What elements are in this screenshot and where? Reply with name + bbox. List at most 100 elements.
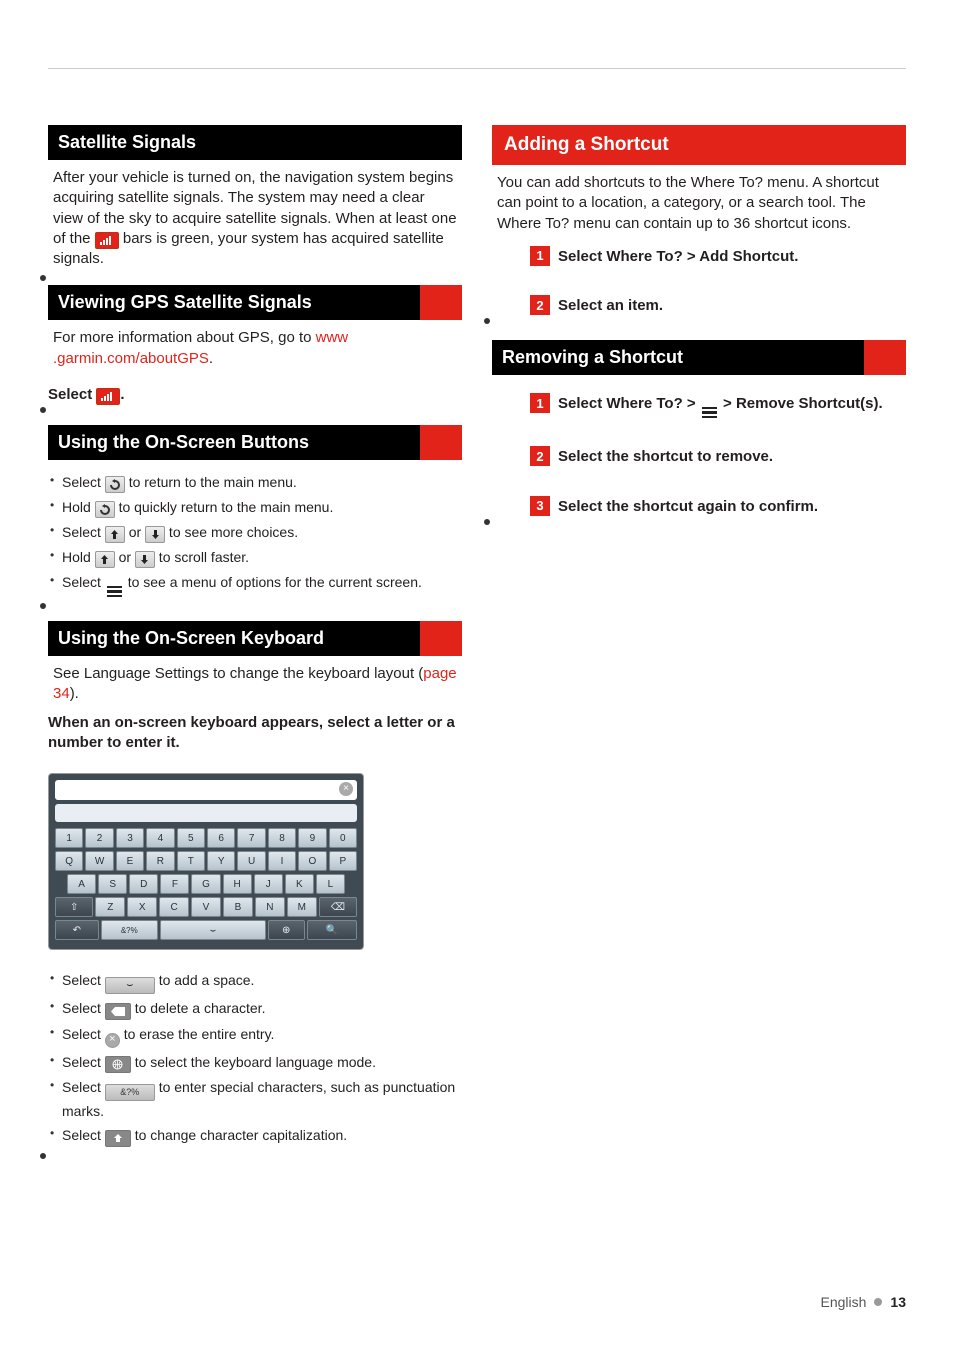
kb-key: ⊕: [268, 920, 305, 940]
arrow-up-icon: [95, 551, 115, 568]
heading-text: Satellite Signals: [58, 132, 196, 152]
step-text: Select the shortcut to remove.: [558, 446, 773, 467]
kb-key: ⇧: [55, 897, 93, 917]
heading-onscreen-keyboard: Using the On-Screen Keyboard: [48, 621, 462, 656]
kb-row-5: ↶&?%⌣⊕🔍: [55, 920, 357, 940]
heading-text: Removing a Shortcut: [502, 347, 683, 367]
step-text: Select Where To? > Add Shortcut.: [558, 246, 798, 267]
kb-key: 9: [298, 828, 326, 848]
kb-result-bar: [55, 804, 357, 822]
kb-key: 🔍: [307, 920, 357, 940]
kb-key: C: [159, 897, 189, 917]
text: Select: [62, 972, 105, 988]
step-text: Select Where To? > > Remove Shortcut(s).: [558, 393, 883, 418]
text: or: [125, 524, 145, 540]
heading-text: Adding a Shortcut: [504, 134, 669, 155]
keyboard-illustration: × 1234567890 QWERTYUIOP ASDFGHJKL ⇧ZXCVB…: [48, 773, 364, 950]
kb-key: V: [191, 897, 221, 917]
kb-key: S: [98, 874, 127, 894]
footer-lang: English: [821, 1294, 867, 1310]
kb-row-3: ASDFGHJKL: [55, 874, 357, 894]
kb-key: Y: [207, 851, 235, 871]
kb-row-2: QWERTYUIOP: [55, 851, 357, 871]
step-text: Select the shortcut again to confirm.: [558, 496, 818, 517]
shift-key-icon: [105, 1130, 131, 1147]
footer: English 13: [821, 1294, 907, 1310]
left-column: Satellite Signals After your vehicle is …: [48, 125, 462, 1155]
space-key-icon: ⌣: [105, 977, 155, 994]
kb-key: &?%: [101, 920, 158, 940]
text: Select: [62, 474, 105, 490]
globe-key-icon: [105, 1056, 131, 1073]
text: Select: [62, 1026, 105, 1042]
kb-key: I: [268, 851, 296, 871]
text: For more information about GPS, go to: [53, 329, 316, 346]
text: to return to the main menu.: [125, 474, 297, 490]
list-item: Hold or to scroll faster.: [50, 545, 460, 570]
heading-red-stripe: [420, 621, 462, 656]
text: See Language Settings to change the keyb…: [53, 665, 423, 682]
kb-key: L: [316, 874, 345, 894]
kb-key: K: [285, 874, 314, 894]
link-garmin-a[interactable]: www: [316, 329, 349, 346]
kb-key: J: [254, 874, 283, 894]
kb-key: Z: [95, 897, 125, 917]
keyboard-body: See Language Settings to change the keyb…: [48, 662, 462, 713]
kb-key: T: [177, 851, 205, 871]
satellite-body: After your vehicle is turned on, the nav…: [48, 166, 462, 277]
columns: Satellite Signals After your vehicle is …: [48, 125, 906, 1155]
kb-key: A: [67, 874, 96, 894]
heading-satellite-signals: Satellite Signals: [48, 125, 462, 160]
list-item: Select &?% to enter special characters, …: [50, 1075, 460, 1123]
text: to quickly return to the main menu.: [115, 499, 334, 515]
list-item: Select to select the keyboard language m…: [50, 1050, 460, 1075]
step-number: 2: [530, 446, 550, 466]
step-number: 1: [530, 246, 550, 266]
kb-row-4: ⇧ZXCVBNM⌫: [55, 897, 357, 917]
kb-key: D: [129, 874, 158, 894]
heading-adding-shortcut: Adding a Shortcut: [492, 125, 906, 165]
text: to erase the entire entry.: [120, 1026, 275, 1042]
link-garmin-b[interactable]: .garmin.com/aboutGPS: [53, 350, 209, 367]
kb-input-field: ×: [55, 780, 357, 800]
adding-body: You can add shortcuts to the Where To? m…: [492, 171, 906, 242]
viewing-step: Select .: [48, 385, 462, 409]
arrow-down-icon: [145, 526, 165, 543]
heading-text: Using the On-Screen Buttons: [58, 432, 309, 452]
kb-key: Q: [55, 851, 83, 871]
kb-key: 4: [146, 828, 174, 848]
kb-key: O: [298, 851, 326, 871]
header-rule: [48, 68, 906, 69]
kb-key: R: [146, 851, 174, 871]
list-item: Select to delete a character.: [50, 996, 460, 1022]
text: Select: [48, 386, 96, 403]
text: to see more choices.: [165, 524, 298, 540]
step-text: Select an item.: [558, 295, 663, 316]
heading-removing-shortcut: Removing a Shortcut: [492, 340, 906, 375]
text: Select Where To? >: [558, 395, 700, 412]
keyboard-list: Select ⌣ to add a space. Select to delet…: [48, 964, 462, 1155]
heading-onscreen-buttons: Using the On-Screen Buttons: [48, 425, 462, 460]
list-item: Hold to quickly return to the main menu.: [50, 495, 460, 520]
clear-input-icon: ×: [339, 782, 353, 796]
kb-key: U: [237, 851, 265, 871]
kb-key: W: [85, 851, 113, 871]
step-number: 3: [530, 496, 550, 516]
text: .: [209, 350, 213, 367]
kb-key: 0: [329, 828, 357, 848]
text: to delete a character.: [131, 1000, 266, 1016]
kb-key: ↶: [55, 920, 99, 940]
arrow-up-icon: [105, 526, 125, 543]
list-item: Select to change character capitalizatio…: [50, 1123, 460, 1149]
kb-key: 7: [237, 828, 265, 848]
text: > Remove Shortcut(s).: [719, 395, 883, 412]
page: Satellite Signals After your vehicle is …: [0, 0, 954, 1354]
kb-key: 1: [55, 828, 83, 848]
arrow-down-icon: [135, 551, 155, 568]
kb-key: ⌣: [160, 920, 266, 940]
text: Hold: [62, 549, 95, 565]
onscreen-buttons-list: Select to return to the main menu. Hold …: [48, 466, 462, 605]
text: Select: [62, 574, 105, 590]
menu-icon: [702, 407, 717, 419]
list-item: Select to see a menu of options for the …: [50, 570, 460, 599]
